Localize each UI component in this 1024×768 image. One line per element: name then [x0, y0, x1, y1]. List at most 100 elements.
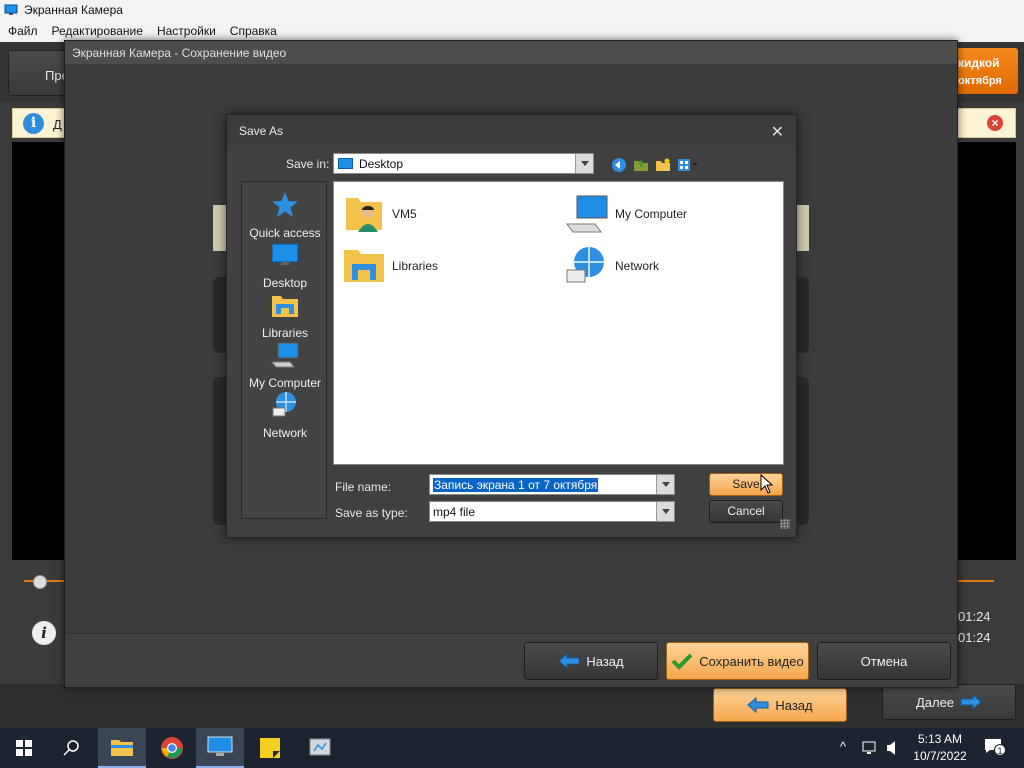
- back-button[interactable]: Назад: [713, 688, 847, 722]
- taskbar-sticky-notes[interactable]: [246, 728, 294, 768]
- libraries-icon: [344, 250, 384, 282]
- resize-grip-icon[interactable]: [780, 519, 790, 529]
- volume-icon[interactable]: [886, 740, 902, 756]
- place-my-computer[interactable]: My Computer: [242, 340, 328, 390]
- save-as-dialog: Save As ✕ Save in: Desktop Quick access …: [226, 114, 797, 538]
- menu-help[interactable]: Справка: [230, 24, 277, 38]
- menu-edit[interactable]: Редактирование: [52, 24, 143, 38]
- chevron-down-icon[interactable]: [656, 502, 674, 521]
- app-bottom-bar: [0, 684, 1024, 728]
- info-i-icon[interactable]: i: [32, 621, 56, 645]
- places-bar: Quick access Desktop Libraries My Comput…: [241, 181, 327, 519]
- place-network[interactable]: Network: [242, 390, 328, 440]
- timeline-knob[interactable]: [33, 575, 47, 589]
- star-icon: [272, 192, 298, 217]
- app-titlebar: Экранная Камера: [0, 0, 1024, 20]
- file-item-label: Network: [615, 259, 660, 273]
- place-label: My Computer: [248, 376, 322, 390]
- save-as-type-label: Save as type:: [335, 506, 408, 520]
- network-icon: [566, 247, 604, 283]
- taskbar-chrome[interactable]: [148, 728, 196, 768]
- info-icon: i: [23, 113, 44, 134]
- save-video-button[interactable]: Сохранить видео: [666, 642, 809, 680]
- save-as-title: Save As: [227, 115, 796, 145]
- arrow-left-icon: [747, 697, 769, 713]
- dialog-cancel-button[interactable]: Отмена: [817, 642, 951, 680]
- menu-settings[interactable]: Настройки: [157, 24, 216, 38]
- tray-time[interactable]: 5:13 AM: [908, 732, 972, 746]
- file-item-label: VM5: [392, 207, 417, 221]
- app-icon: [309, 738, 331, 756]
- promo-line-2: октября: [958, 75, 1002, 87]
- file-name-field[interactable]: Запись экрана 1 от 7 октября: [429, 474, 675, 495]
- sticky-note-icon: [260, 738, 280, 758]
- taskbar-app[interactable]: [296, 728, 344, 768]
- dialog-back-button[interactable]: Назад: [524, 642, 658, 680]
- close-info-icon[interactable]: ×: [987, 115, 1003, 131]
- save-as-type-dropdown[interactable]: mp4 file: [429, 501, 675, 522]
- notification-button[interactable]: 1: [984, 738, 1006, 756]
- file-name-value: Запись экрана 1 от 7 октября: [433, 478, 599, 492]
- save-as-type-value: mp4 file: [433, 505, 476, 519]
- new-folder-icon[interactable]: [655, 157, 671, 173]
- chevron-down-icon[interactable]: [656, 475, 674, 494]
- time-label-2: 01:24: [958, 630, 991, 645]
- app-icon: [4, 4, 18, 15]
- save-in-value: Desktop: [359, 157, 404, 171]
- computer-icon: [566, 195, 608, 233]
- view-menu-icon[interactable]: [677, 157, 699, 173]
- taskbar-screen-camera[interactable]: [196, 728, 244, 768]
- close-icon[interactable]: ✕: [771, 122, 784, 142]
- file-item-label: Libraries: [392, 259, 439, 273]
- save-as-toolbar: [611, 157, 699, 173]
- info-text: Д: [53, 117, 62, 132]
- check-icon: [671, 653, 693, 670]
- network-tray-icon[interactable]: [862, 740, 880, 756]
- tray-date[interactable]: 10/7/2022: [908, 749, 972, 763]
- file-item-vm5[interactable]: VM5: [342, 192, 417, 236]
- place-label: Network: [262, 426, 307, 440]
- file-name-label: File name:: [335, 480, 392, 494]
- desktop-icon: [338, 158, 353, 169]
- monitor-icon: [207, 736, 233, 756]
- cancel-button[interactable]: Cancel: [709, 500, 783, 523]
- tray-chevron-up-icon[interactable]: ^: [840, 739, 846, 754]
- dialog-cancel-label: Отмена: [860, 653, 908, 669]
- notification-badge: 1: [994, 744, 1006, 756]
- arrow-right-icon: [960, 694, 982, 710]
- app-title: Экранная Камера: [24, 3, 123, 17]
- file-item-my-computer[interactable]: My Computer: [565, 192, 687, 236]
- place-libraries[interactable]: Libraries: [242, 290, 328, 340]
- desktop-icon: [271, 243, 299, 265]
- save-in-label: Save in:: [286, 157, 330, 171]
- save-video-label: Сохранить видео: [699, 653, 804, 669]
- folder-icon: [111, 740, 133, 756]
- search-button[interactable]: [48, 728, 96, 768]
- place-label: Quick access: [249, 226, 321, 240]
- computer-icon: [270, 342, 299, 368]
- file-item-network[interactable]: Network: [565, 244, 659, 288]
- next-button[interactable]: Далее: [882, 684, 1016, 720]
- time-label-1: 01:24: [958, 609, 991, 624]
- save-in-dropdown[interactable]: Desktop: [333, 153, 594, 174]
- start-button[interactable]: [0, 728, 48, 768]
- file-item-label: My Computer: [615, 207, 688, 221]
- taskbar-file-explorer[interactable]: [98, 728, 146, 768]
- file-item-libraries[interactable]: Libraries: [342, 244, 438, 288]
- back-button-label: Назад: [775, 697, 813, 713]
- file-list[interactable]: VM5 My Computer Libraries Network: [333, 181, 784, 465]
- place-label: Desktop: [262, 276, 308, 290]
- promo-line-1: кидкой: [958, 56, 1000, 70]
- back-icon[interactable]: [611, 157, 627, 173]
- up-folder-icon[interactable]: [633, 157, 649, 173]
- menu-file[interactable]: Файл: [8, 24, 38, 38]
- place-quick-access[interactable]: Quick access: [242, 190, 328, 240]
- place-desktop[interactable]: Desktop: [242, 240, 328, 290]
- windows-icon: [16, 740, 32, 756]
- chevron-down-icon[interactable]: [575, 154, 593, 173]
- network-icon: [272, 392, 296, 417]
- promo-banner[interactable]: кидкой октября: [950, 48, 1018, 94]
- search-icon: [63, 740, 79, 756]
- mouse-cursor-icon: [760, 474, 774, 494]
- menu-bar: Файл Редактирование Настройки Справка: [0, 20, 1024, 42]
